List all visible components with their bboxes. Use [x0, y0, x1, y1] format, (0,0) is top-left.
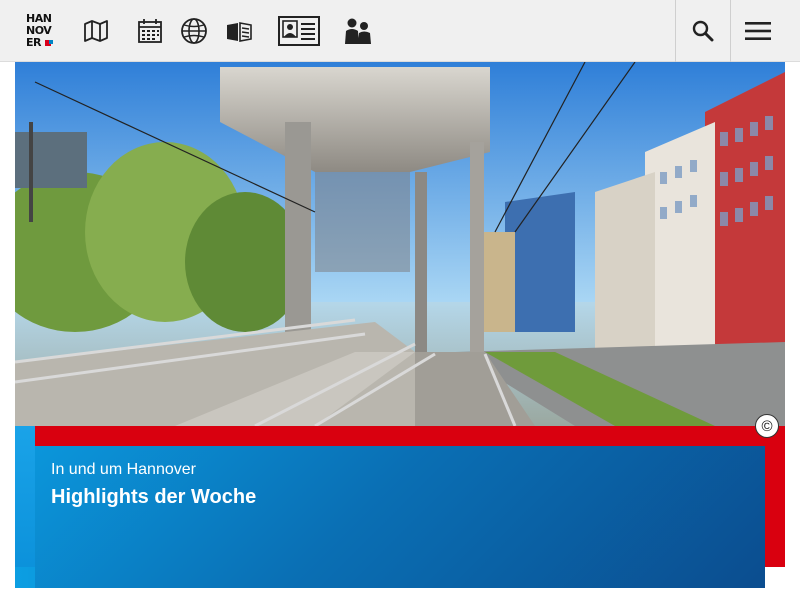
- copyright-button[interactable]: ©: [755, 414, 779, 438]
- teaser-left-accent: [15, 426, 35, 588]
- calendar-icon[interactable]: [135, 16, 165, 46]
- search-icon: [692, 20, 714, 42]
- teaser-card[interactable]: In und um Hannover Highlights der Woche: [35, 446, 765, 588]
- id-card-icon[interactable]: [278, 16, 320, 46]
- menu-button[interactable]: [730, 0, 785, 62]
- copyright-symbol: ©: [761, 417, 773, 435]
- globe-icon[interactable]: [179, 16, 209, 46]
- street-scene-illustration: [15, 62, 785, 426]
- hero-image: [15, 62, 785, 426]
- people-icon[interactable]: [343, 16, 373, 46]
- reading-book-icon[interactable]: [224, 16, 254, 46]
- search-button[interactable]: [675, 0, 730, 62]
- hamburger-menu-icon: [745, 22, 771, 40]
- teaser-subtitle: In und um Hannover: [51, 461, 196, 478]
- teaser-title[interactable]: Highlights der Woche: [51, 486, 256, 509]
- map-icon[interactable]: [81, 16, 111, 46]
- logo-blue-square: [49, 40, 53, 44]
- site-header: HAN NOV ER: [0, 0, 800, 62]
- hannover-logo[interactable]: HAN NOV ER: [26, 13, 54, 51]
